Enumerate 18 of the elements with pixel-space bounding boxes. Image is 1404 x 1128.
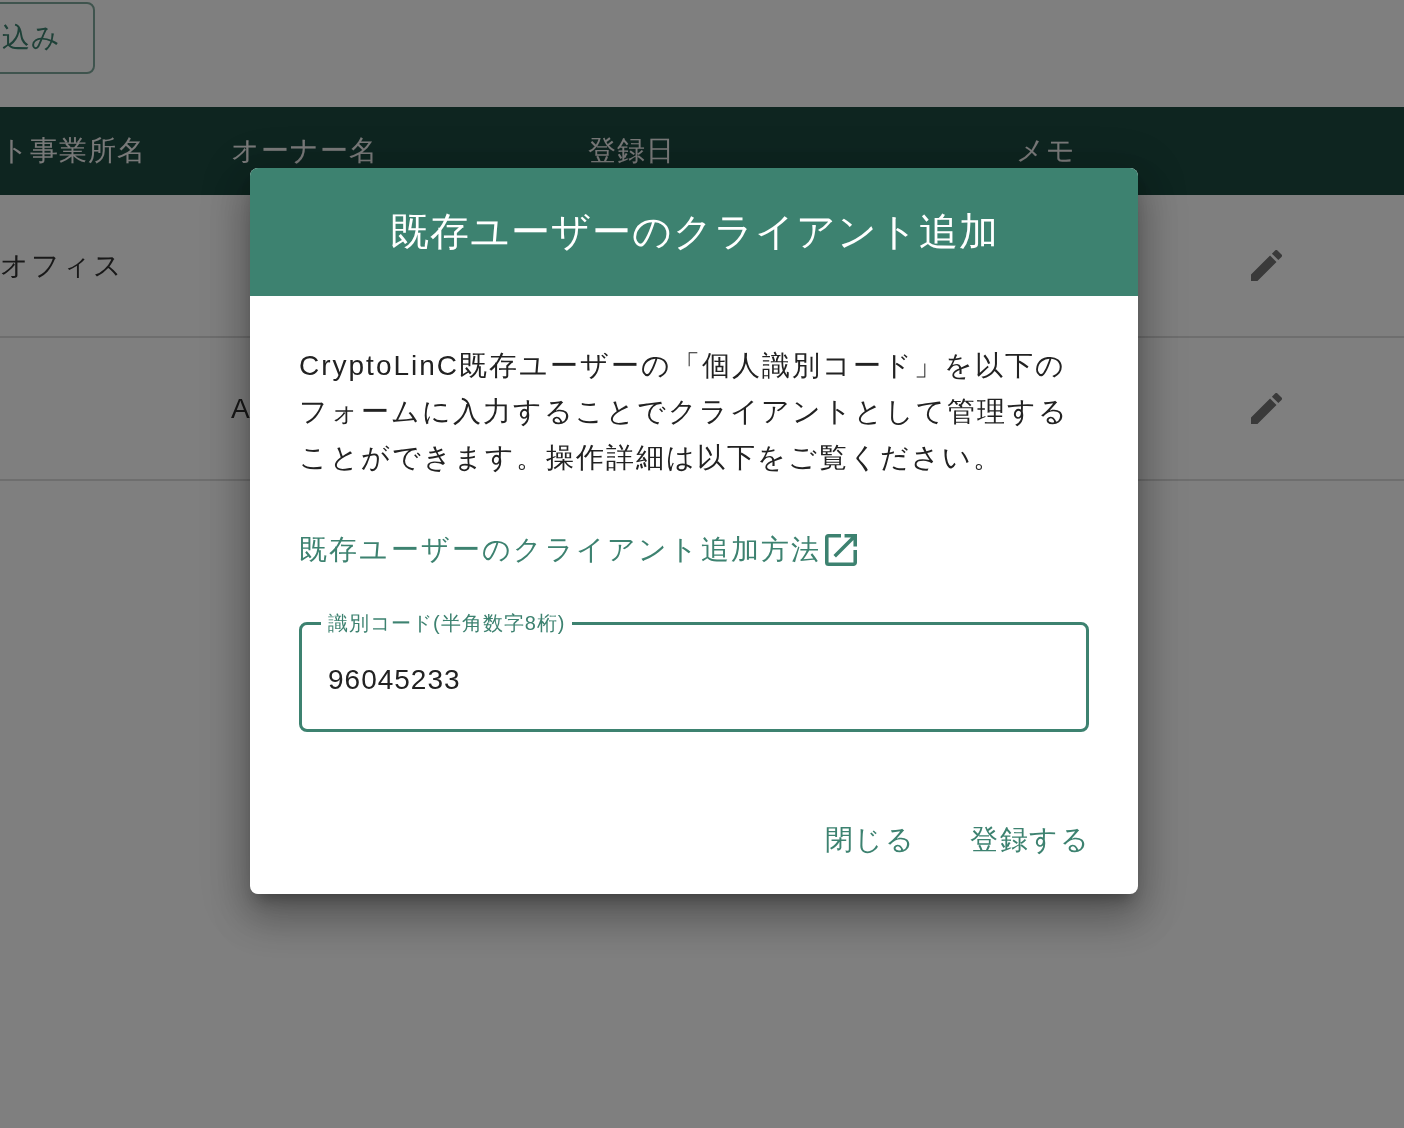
column-header[interactable]: メモ <box>1016 132 1236 170</box>
filter-button[interactable]: 込み <box>0 2 95 74</box>
help-link[interactable]: 既存ユーザーのクライアント追加方法 <box>299 527 858 573</box>
pencil-icon[interactable] <box>1250 250 1282 281</box>
table-cell: A <box>231 392 252 424</box>
field-value: 96045233 <box>327 663 462 697</box>
column-header[interactable]: オーナー名 <box>231 132 588 170</box>
field-label: 識別コード(半角数字8桁) <box>327 611 567 635</box>
external-link-icon <box>825 534 858 566</box>
code-input-field[interactable]: 識別コード(半角数字8桁) 96045233 <box>299 611 1089 732</box>
column-header[interactable]: 登録日 <box>588 132 1016 170</box>
dialog-button[interactable]: 登録する <box>954 812 1106 868</box>
column-header[interactable]: ト事業所名 <box>0 132 231 170</box>
dialog-button[interactable]: 閉じる <box>808 812 931 868</box>
table-cell: オフィス <box>0 249 124 281</box>
dialog-title: 既存ユーザーのクライアント追加 <box>389 209 999 255</box>
description-text: CryptoLinC既存ユーザーの「個人識別コード」を以下のフォームに入力することでクライアントとして管理することができます。操作詳細は以下をご覧ください。 <box>299 349 1070 475</box>
pencil-icon[interactable] <box>1250 393 1282 424</box>
